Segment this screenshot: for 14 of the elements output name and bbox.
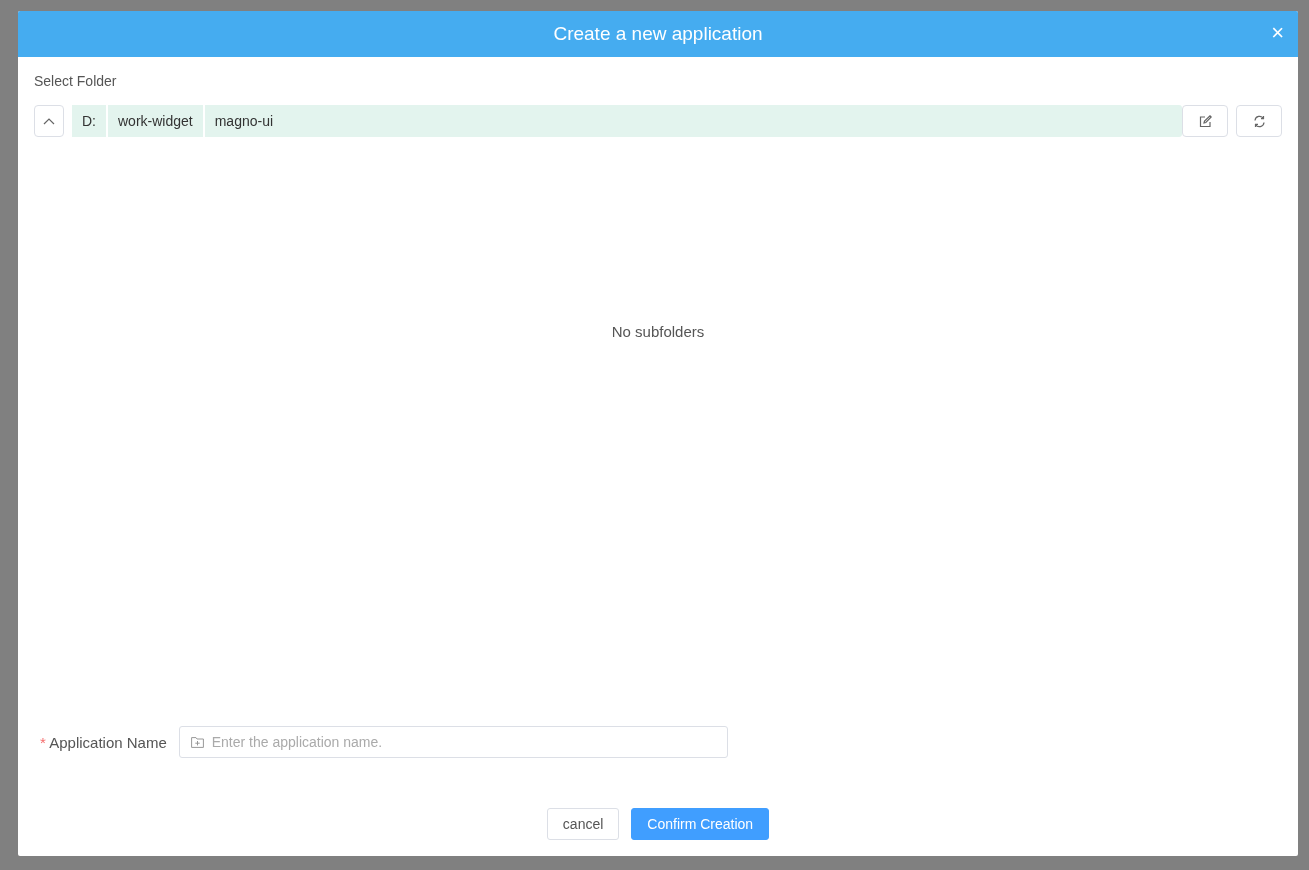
cancel-button[interactable]: cancel xyxy=(546,808,620,840)
edit-icon xyxy=(1198,114,1212,128)
section-label: Select Folder xyxy=(34,73,118,89)
refresh-icon xyxy=(1252,114,1266,128)
refresh-button[interactable] xyxy=(1236,105,1282,137)
dialog-title: Create a new application xyxy=(553,23,763,45)
field-label: * Application Name xyxy=(40,733,167,751)
edit-button[interactable] xyxy=(1182,105,1228,137)
chevron-up-icon xyxy=(43,117,55,125)
up-button[interactable] xyxy=(34,105,64,137)
breadcrumb-item[interactable]: D: xyxy=(72,105,106,137)
folder-plus-icon xyxy=(190,737,204,748)
input-field[interactable]: Enter the application name. xyxy=(178,726,728,758)
empty-message: No subfolders xyxy=(611,323,705,340)
